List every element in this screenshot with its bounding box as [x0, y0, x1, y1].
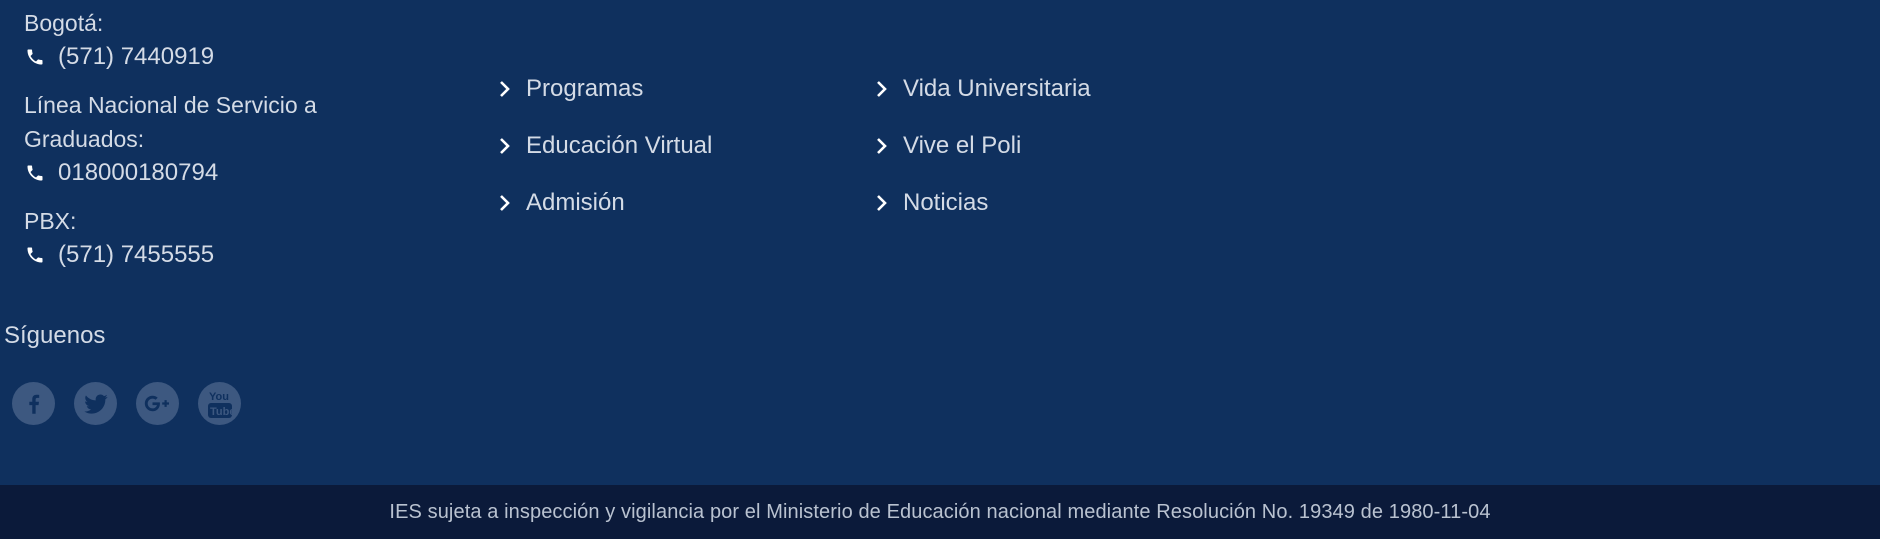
footer-link-admision[interactable]: Admisión [496, 174, 712, 231]
phone-row-pbx[interactable]: (571) 7455555 [24, 238, 384, 272]
chevron-right-icon [873, 136, 891, 156]
footer-link-label[interactable]: Programas [526, 75, 643, 103]
footer-links-col1: Programas Educación Virtual Admisión [496, 60, 712, 231]
google-plus-icon[interactable] [136, 382, 179, 425]
youtube-icon[interactable]: You Tube [198, 382, 241, 425]
phone-row-national[interactable]: 018000180794 [24, 156, 384, 190]
contact-info: Bogotá: (571) 7440919 Línea Nacional de … [24, 6, 384, 286]
footer-link-label[interactable]: Noticias [903, 189, 988, 217]
footer-link-vida-universitaria[interactable]: Vida Universitaria [873, 60, 1091, 117]
contact-national: Línea Nacional de Servicio a Graduados: … [24, 88, 384, 190]
footer-links-col2: Vida Universitaria Vive el Poli Noticias [873, 60, 1091, 231]
contact-label-national-line1: Línea Nacional de Servicio a [24, 92, 317, 118]
phone-row-bogota[interactable]: (571) 7440919 [24, 40, 384, 74]
phone-icon [24, 162, 46, 184]
contact-pbx: PBX: (571) 7455555 [24, 204, 384, 272]
chevron-right-icon [496, 193, 514, 213]
footer-link-label[interactable]: Vida Universitaria [903, 75, 1091, 103]
social-links: You Tube [12, 382, 260, 425]
svg-text:You: You [209, 391, 229, 403]
phone-number-national[interactable]: 018000180794 [58, 159, 218, 187]
footer-link-label[interactable]: Admisión [526, 189, 625, 217]
footer-bottom-bar: IES sujeta a inspección y vigilancia por… [0, 485, 1880, 539]
phone-icon [24, 46, 46, 68]
phone-number-bogota[interactable]: (571) 7440919 [58, 43, 214, 71]
footer-link-label[interactable]: Educación Virtual [526, 132, 712, 160]
footer-link-vive-el-poli[interactable]: Vive el Poli [873, 117, 1091, 174]
phone-icon [24, 244, 46, 266]
chevron-right-icon [496, 136, 514, 156]
phone-number-pbx[interactable]: (571) 7455555 [58, 241, 214, 269]
follow-us-label: Síguenos [4, 322, 106, 349]
footer-main: Bogotá: (571) 7440919 Línea Nacional de … [0, 0, 1880, 485]
twitter-icon[interactable] [74, 382, 117, 425]
contact-label-pbx: PBX: [24, 208, 77, 234]
chevron-right-icon [873, 79, 891, 99]
facebook-icon[interactable] [12, 382, 55, 425]
accreditation-text: IES sujeta a inspección y vigilancia por… [389, 500, 1491, 523]
chevron-right-icon [496, 79, 514, 99]
footer-link-label[interactable]: Vive el Poli [903, 132, 1021, 160]
footer-link-educacion-virtual[interactable]: Educación Virtual [496, 117, 712, 174]
contact-bogota: Bogotá: (571) 7440919 [24, 6, 384, 74]
footer-link-programas[interactable]: Programas [496, 60, 712, 117]
footer-link-noticias[interactable]: Noticias [873, 174, 1091, 231]
contact-label-bogota: Bogotá: [24, 10, 104, 36]
contact-label-national-line2: Graduados: [24, 126, 145, 152]
svg-text:Tube: Tube [210, 406, 235, 418]
chevron-right-icon [873, 193, 891, 213]
